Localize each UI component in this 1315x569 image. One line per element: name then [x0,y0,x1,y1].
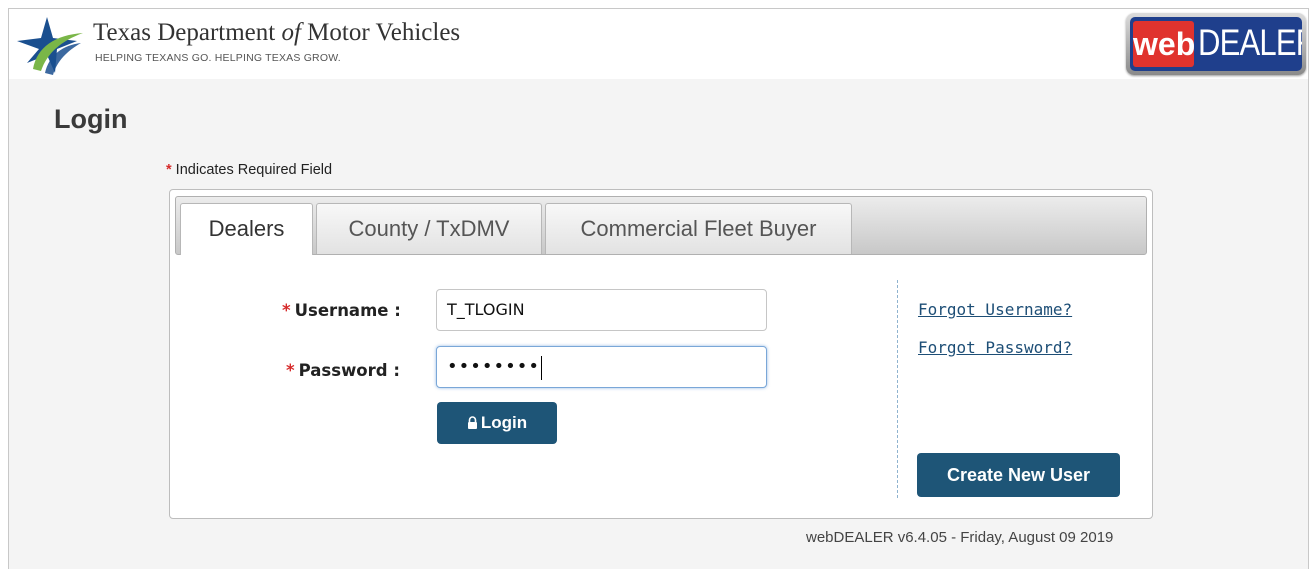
agency-name: Texas Department of Motor Vehicles [93,19,461,46]
login-panel: Dealers County / TxDMV Commercial Fleet … [169,189,1153,519]
tab-bar: Dealers County / TxDMV Commercial Fleet … [175,196,1147,255]
agency-tagline: HELPING TEXANS GO. HELPING TEXAS GROW. [95,52,341,64]
tab-commercial-fleet-buyer[interactable]: Commercial Fleet Buyer [545,203,852,254]
page-title: Login [54,104,128,134]
create-new-user-button[interactable]: Create New User [917,453,1120,497]
vertical-divider [897,280,898,498]
lock-icon [467,416,477,429]
required-field-note: * Indicates Required Field [166,162,333,178]
webdealer-logo: web DEALER [1126,13,1306,75]
webdealer-logo-web: web [1133,21,1195,67]
password-masked-value: •••••••• [447,356,540,377]
password-label: * Password : [286,361,400,380]
password-input[interactable]: •••••••• [436,346,767,388]
forgot-username-link[interactable]: Forgot Username? [918,300,1072,319]
tab-dealers[interactable]: Dealers [180,203,313,255]
version-footer: webDEALER v6.4.05 - Friday, August 09 20… [806,529,1114,546]
tab-county-txdmv[interactable]: County / TxDMV [316,203,542,254]
login-button[interactable]: Login [437,402,557,444]
forgot-password-link[interactable]: Forgot Password? [918,338,1072,357]
txdmv-star-logo-icon [17,17,83,75]
username-label: * Username : [282,301,401,320]
site-header: Texas Department of Motor Vehicles HELPI… [9,9,1308,79]
username-input[interactable]: T_TLOGIN [436,289,767,331]
required-star-icon: * [282,301,291,320]
required-star-icon: * [286,361,295,380]
webdealer-logo-dealer: DEALER [1198,22,1302,63]
login-button-label: Login [480,413,528,432]
webdealer-logo-inner: web DEALER [1130,17,1302,71]
text-caret [540,355,542,380]
